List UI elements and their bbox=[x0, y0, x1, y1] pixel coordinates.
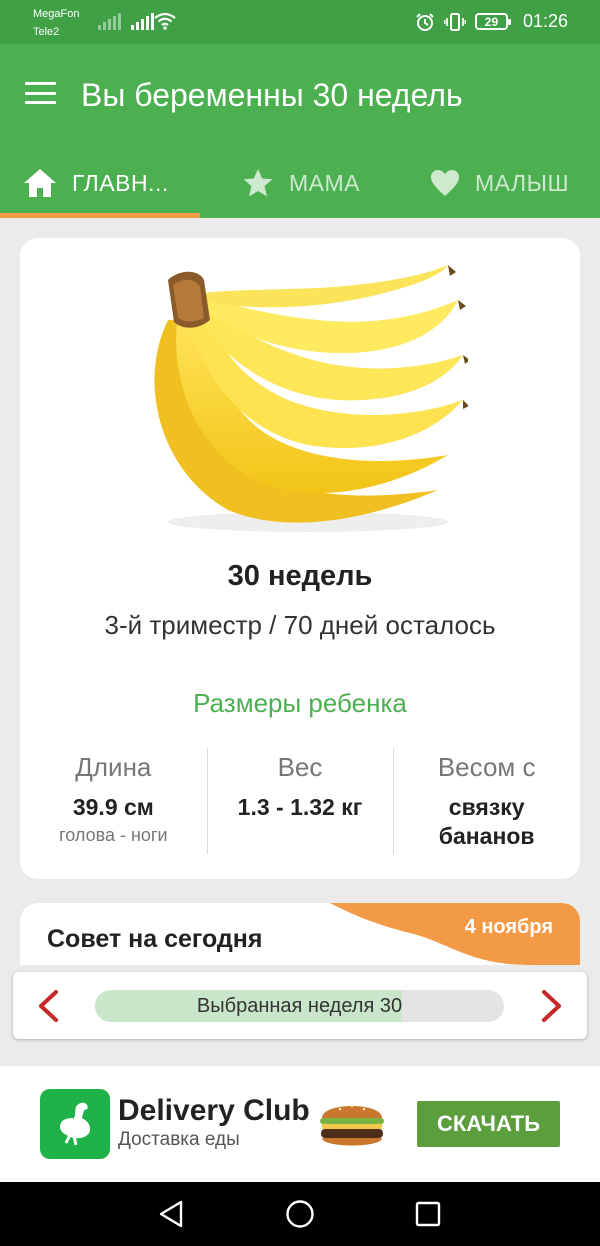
page-title: Вы беременны 30 недель bbox=[81, 77, 463, 113]
stat-length-sub: голова - ноги bbox=[59, 825, 168, 845]
stat-length-label: Длина bbox=[75, 752, 152, 782]
heart-icon bbox=[430, 169, 460, 197]
status-time: 01:26 bbox=[522, 11, 568, 31]
back-icon[interactable] bbox=[157, 1199, 185, 1229]
pregnancy-week: 30 недель bbox=[227, 560, 373, 592]
tab-mama-label: МАМА bbox=[289, 169, 360, 196]
delivery-club-logo bbox=[40, 1089, 110, 1159]
home-icon bbox=[23, 168, 57, 198]
signal-strength-icon bbox=[98, 13, 121, 30]
tab-home[interactable]: ГЛАВН... bbox=[23, 148, 169, 218]
active-tab-indicator bbox=[0, 213, 200, 218]
tab-mama[interactable]: МАМА bbox=[242, 148, 360, 218]
previous-week-icon[interactable] bbox=[36, 989, 60, 1023]
week-navigator: Выбранная неделя 30 bbox=[13, 972, 587, 1039]
recent-apps-icon[interactable] bbox=[414, 1199, 442, 1229]
hamburger-menu-icon[interactable] bbox=[25, 82, 56, 104]
stat-weight-label: Вес bbox=[277, 752, 323, 782]
status-bar: MegaFon Tele2 29 01:26 bbox=[0, 0, 600, 44]
tab-baby[interactable]: МАЛЫШ bbox=[430, 148, 569, 218]
ad-banner[interactable]: Delivery Club Доставка еды СКАЧАТЬ bbox=[0, 1066, 600, 1182]
system-navigation-bar bbox=[0, 1182, 600, 1246]
week-info-card: 30 недель 3-й триместр / 70 дней осталос… bbox=[20, 238, 580, 879]
bananas-image bbox=[154, 265, 468, 532]
stat-compare-label: Весом с bbox=[437, 752, 536, 782]
next-week-icon[interactable] bbox=[540, 989, 564, 1023]
stat-length: Длина 39.9 см голова - ноги bbox=[20, 748, 207, 854]
trimester-info: 3-й триместр / 70 дней осталось bbox=[104, 610, 496, 640]
wifi-icon bbox=[154, 12, 176, 30]
stat-compare-value: связку бананов bbox=[393, 793, 580, 851]
selected-week-label: Выбранная неделя 30 bbox=[196, 995, 403, 1017]
baby-stats: Длина 39.9 см голова - ноги Вес 1.3 - 1.… bbox=[20, 748, 580, 854]
baby-sizes-title[interactable]: Размеры ребенка bbox=[20, 688, 580, 719]
tip-date: 4 ноября bbox=[464, 916, 553, 938]
ad-download-button[interactable]: СКАЧАТЬ bbox=[417, 1101, 560, 1147]
signal-strength-icon bbox=[131, 13, 154, 30]
tip-title: Совет на сегодня bbox=[47, 925, 263, 953]
stat-weight: Вес 1.3 - 1.32 кг bbox=[206, 748, 394, 854]
tab-bar: ГЛАВН... МАМА МАЛЫШ bbox=[0, 148, 600, 218]
tab-baby-label: МАЛЫШ bbox=[475, 169, 570, 196]
stat-weight-value: 1.3 - 1.32 кг bbox=[237, 794, 363, 820]
battery-icon: 29 bbox=[474, 13, 511, 30]
ad-subtitle: Доставка еды bbox=[118, 1129, 240, 1150]
stat-compare-line1: связку bbox=[448, 794, 525, 820]
stat-compare-line2: бананов bbox=[438, 823, 535, 849]
vibrate-icon bbox=[443, 12, 466, 31]
ostrich-icon bbox=[60, 1102, 90, 1146]
star-icon bbox=[242, 168, 274, 198]
tab-home-label: ГЛАВН... bbox=[72, 169, 169, 196]
carrier-name-1: MegaFon bbox=[33, 8, 80, 20]
home-circle-icon[interactable] bbox=[285, 1199, 315, 1229]
stat-length-value: 39.9 см bbox=[72, 794, 154, 820]
week-progress-bar[interactable]: Выбранная неделя 30 bbox=[95, 990, 504, 1022]
burger-icon bbox=[320, 1104, 384, 1146]
carrier-name-2: Tele2 bbox=[33, 26, 60, 38]
ad-brand-name: Delivery Club bbox=[118, 1094, 310, 1127]
daily-tip-card[interactable]: Совет на сегодня 4 ноября bbox=[20, 903, 580, 965]
app-bar: Вы беременны 30 недель ГЛАВН... МАМА МАЛ… bbox=[0, 44, 600, 218]
alarm-clock-icon bbox=[416, 12, 434, 31]
stat-compare: Весом с связку бананов bbox=[393, 748, 580, 854]
